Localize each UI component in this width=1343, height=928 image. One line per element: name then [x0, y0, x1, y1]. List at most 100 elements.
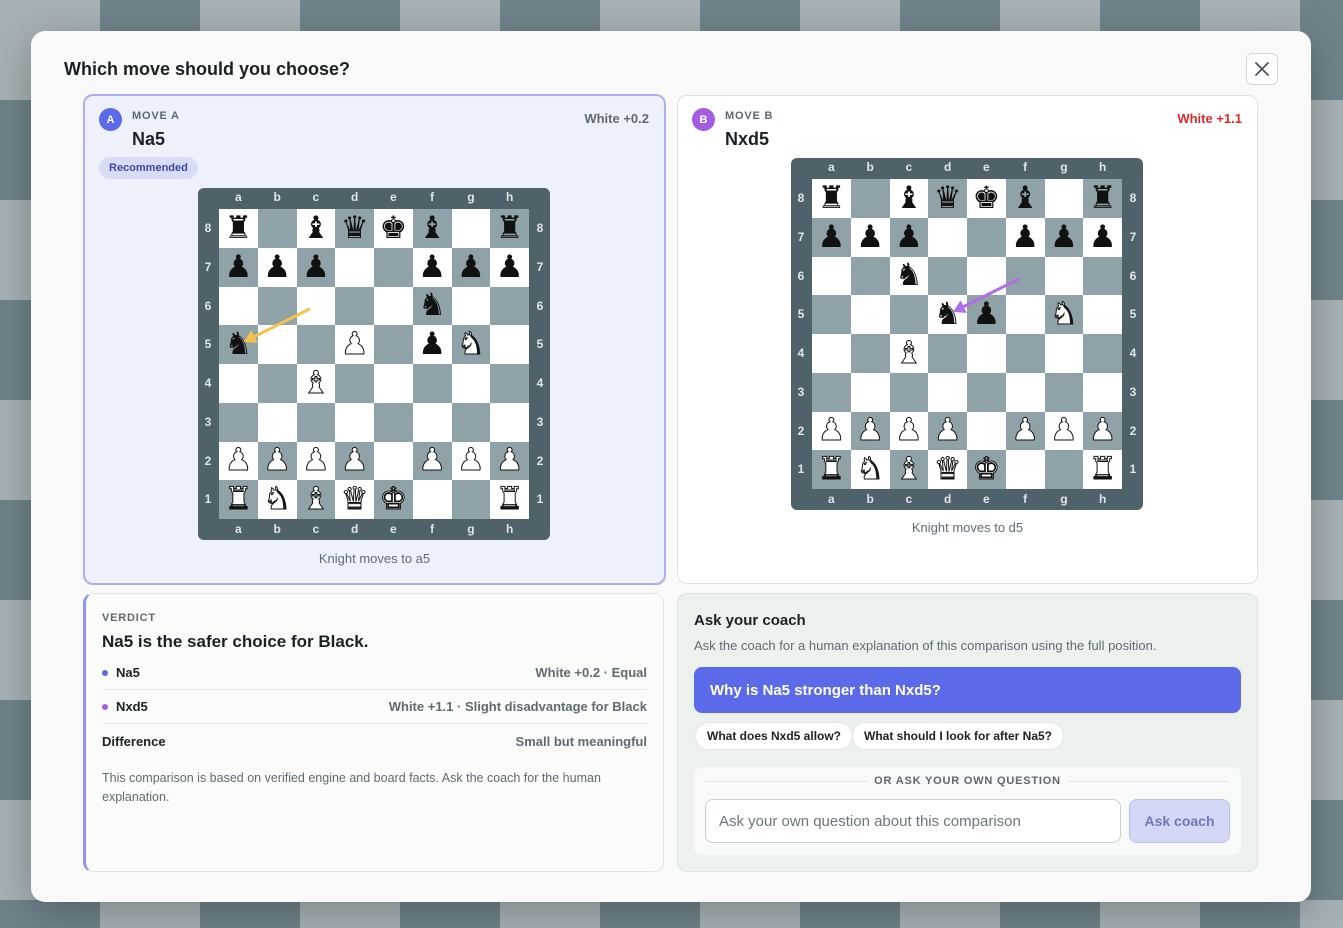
white-pawn-icon: ♟	[856, 412, 885, 449]
board-square	[812, 372, 851, 412]
board-square: ♟	[257, 441, 297, 481]
board-square: ♝	[412, 209, 452, 248]
file-label: c	[905, 492, 913, 506]
suggested-question-chip[interactable]: What does Nxd5 allow?	[695, 722, 854, 750]
move-a-card[interactable]: A MOVE A Na5 White +0.2 Recommended ♜ ♝ ♛ ♚…	[83, 94, 666, 585]
board-square	[967, 372, 1006, 412]
move-b-dot	[102, 703, 108, 710]
white-king-icon: ♚	[379, 481, 408, 518]
white-pawn-icon: ♟	[456, 442, 485, 479]
move-b-card[interactable]: B MOVE B Nxd5 White +1.1 ♜ ♝ ♛ ♚ ♝ ♜ ♟ ♟ ♟ ♟ ♟ ♟ ♞ ♞ ♟…	[677, 95, 1258, 584]
file-label: g	[467, 190, 475, 204]
board-square	[889, 372, 929, 412]
primary-question-button[interactable]: Why is Na5 stronger than Nxd5?	[694, 667, 1241, 713]
own-question-box: OR ASK YOUR OWN QUESTION Ask coach	[694, 767, 1241, 855]
black-pawn-icon: ♟	[972, 296, 1001, 333]
board-square	[490, 325, 529, 364]
black-pawn-icon: ♟	[418, 248, 447, 285]
board-square	[1005, 372, 1045, 412]
board-square: ♟	[889, 217, 929, 257]
move-a-dot	[102, 669, 108, 676]
board-square: ♟	[967, 295, 1006, 334]
black-pawn-icon: ♟	[856, 218, 885, 255]
close-button[interactable]	[1246, 53, 1278, 85]
move-a-eval: White +0.2	[584, 111, 649, 126]
verdict-row: Nxd5 White +1.1 · Slight disadvantage fo…	[102, 690, 647, 724]
rank-label: 4	[536, 376, 544, 390]
rank-label: 3	[1129, 384, 1137, 399]
rank-label: 7	[204, 259, 212, 274]
board-square: ♝	[889, 179, 929, 218]
rank-label: 2	[1129, 423, 1137, 438]
file-label: h	[1098, 160, 1107, 174]
board-square	[374, 286, 413, 326]
board-square	[374, 441, 413, 481]
board-square: ♟	[335, 325, 374, 364]
board-square: ♜	[219, 209, 258, 248]
recommended-badge: Recommended	[99, 157, 198, 179]
verdict-row-label: Na5	[116, 665, 140, 680]
board-square: ♜	[490, 209, 529, 248]
board-square: ♚	[374, 209, 413, 248]
own-question-input[interactable]	[705, 799, 1121, 843]
white-rook-icon: ♜	[495, 481, 524, 518]
board-square: ♚	[967, 179, 1006, 218]
suggested-question-chip[interactable]: What should I look for after Na5?	[852, 722, 1065, 750]
file-label: d	[350, 522, 359, 536]
board-square: ♝	[889, 450, 929, 489]
board-square	[967, 256, 1006, 296]
rank-label: 6	[1129, 268, 1137, 283]
black-pawn-icon: ♟	[894, 218, 923, 255]
board-square: ♟	[812, 217, 851, 257]
ask-coach-button[interactable]: Ask coach	[1129, 799, 1230, 843]
board-square: ♝	[296, 209, 336, 248]
move-comparison-modal: Which move should you choose? A MOVE A N…	[31, 31, 1311, 902]
board-square: ♝	[889, 334, 929, 373]
board-square	[296, 325, 336, 364]
board-square: ♞	[850, 450, 890, 489]
board-square: ♟	[812, 411, 851, 451]
black-rook-icon: ♜	[224, 209, 253, 246]
file-label: d	[943, 492, 952, 506]
rank-label: 2	[204, 453, 212, 468]
rank-label: 1	[1129, 462, 1137, 477]
rank-label: 3	[797, 384, 805, 399]
move-a-badge: A	[99, 108, 122, 131]
rank-label: 5	[1129, 307, 1137, 322]
board-square	[928, 372, 967, 412]
board-square	[1083, 372, 1122, 412]
board-square: ♜	[1083, 450, 1122, 489]
white-bishop-icon: ♝	[301, 364, 330, 401]
rank-label: 6	[204, 298, 212, 313]
board-square	[490, 364, 529, 403]
file-label: g	[467, 522, 475, 536]
coach-subtitle: Ask the coach for a human explanation of…	[694, 638, 1157, 653]
black-knight-icon: ♞	[224, 326, 253, 363]
board-square: ♟	[219, 247, 258, 287]
white-pawn-icon: ♟	[1011, 412, 1040, 449]
file-label: b	[866, 160, 874, 174]
white-bishop-icon: ♝	[894, 334, 923, 371]
board-square	[1005, 256, 1045, 296]
verdict-note: This comparison is based on verified eng…	[102, 771, 601, 804]
verdict-row-value: Small but meaningful	[515, 733, 647, 749]
board-square	[374, 325, 413, 364]
verdict-row-value: White +0.2 · Equal	[535, 665, 647, 680]
move-b-eval: White +1.1	[1177, 111, 1242, 126]
board-square	[335, 364, 374, 403]
board-square: ♜	[490, 480, 529, 519]
move-b-badge: B	[692, 108, 715, 131]
white-pawn-icon: ♟	[817, 412, 846, 449]
board-square	[219, 286, 258, 326]
file-label: b	[866, 492, 874, 506]
white-queen-icon: ♛	[340, 481, 369, 518]
white-pawn-icon: ♟	[340, 442, 369, 479]
white-pawn-icon: ♟	[340, 326, 369, 363]
black-queen-icon: ♛	[340, 209, 369, 246]
board-square	[296, 402, 336, 442]
black-bishop-icon: ♝	[418, 209, 447, 246]
board-square	[1005, 295, 1045, 334]
board-square	[850, 179, 890, 218]
board-square	[412, 402, 452, 442]
white-queen-icon: ♛	[933, 451, 962, 488]
